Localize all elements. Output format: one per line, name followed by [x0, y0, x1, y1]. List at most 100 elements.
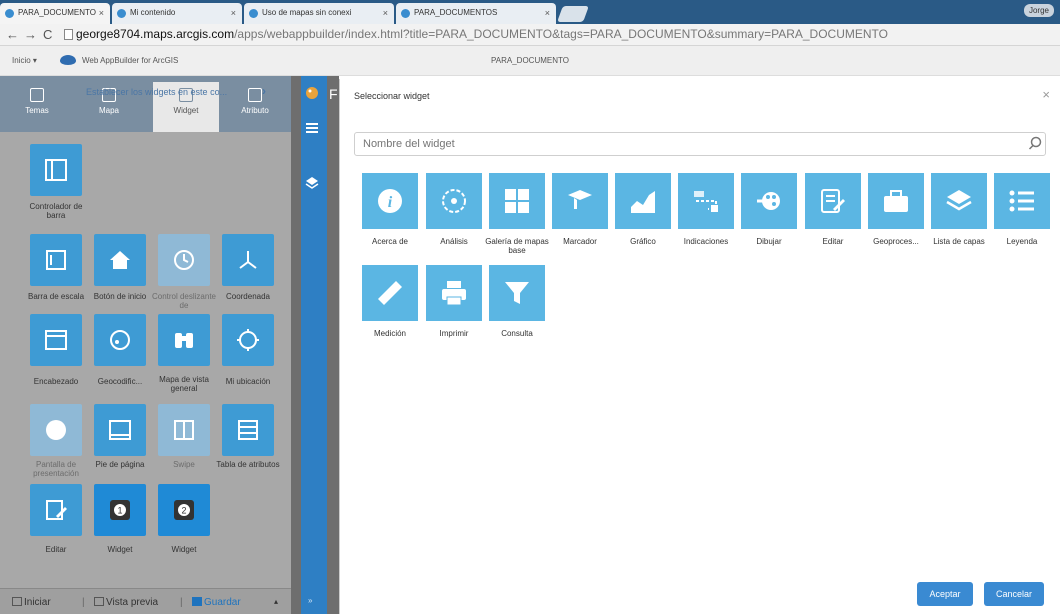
tile-swipe[interactable]: [158, 404, 210, 456]
app-title: PARA_DOCUMENTO: [491, 56, 569, 65]
guardar-button[interactable]: Guardar: [192, 597, 241, 608]
widget-medicion[interactable]: [362, 265, 418, 321]
widget-label: Indicaciones: [683, 237, 729, 246]
widget-grafico[interactable]: [615, 173, 671, 229]
tile-editar[interactable]: [30, 484, 82, 536]
widget-lista-capas[interactable]: [931, 173, 987, 229]
separator: |: [180, 597, 183, 608]
tile-pie-pagina[interactable]: [94, 404, 146, 456]
widget-label: Dibujar: [756, 237, 782, 246]
tile-coordenada[interactable]: [222, 234, 274, 286]
layers-icon: [946, 190, 972, 211]
widget-galeria-mapas-base[interactable]: [489, 173, 545, 229]
tile-control-deslizante[interactable]: [158, 234, 210, 286]
tab-mapa[interactable]: Mapa: [76, 76, 142, 132]
tile-widget-1[interactable]: 1: [94, 484, 146, 536]
vista-previa-button[interactable]: Vista previa: [94, 597, 158, 608]
binoculars-icon: [175, 333, 193, 348]
widget-label: Imprimir: [439, 329, 469, 338]
my-location-icon: [237, 329, 259, 351]
save-icon: [192, 597, 202, 606]
tile-label: Widget: [171, 545, 197, 554]
iniciar-button[interactable]: Iniciar: [12, 597, 51, 608]
user-profile-chip[interactable]: Jorge: [1023, 4, 1054, 17]
separator: |: [82, 597, 85, 608]
aceptar-button[interactable]: Aceptar: [917, 582, 973, 606]
widget-consulta[interactable]: [489, 265, 545, 321]
browser-tab[interactable]: Mi contenido ×: [112, 3, 242, 24]
launch-icon: [12, 597, 22, 606]
tile-label: Widget: [107, 545, 133, 554]
widget-indicaciones[interactable]: [678, 173, 734, 229]
tile-label: Editar: [45, 545, 67, 554]
widget-label: Medición: [373, 329, 406, 338]
tile-mapa-vista-general[interactable]: [158, 314, 210, 366]
edit-icon: [46, 500, 67, 520]
widget-geoprocesamiento[interactable]: [868, 173, 924, 229]
controller-tile[interactable]: [30, 144, 82, 196]
widget-dibujar[interactable]: [741, 173, 797, 229]
sidebar-controller-icon: [45, 159, 67, 181]
forward-arrow-icon[interactable]: →: [24, 27, 37, 42]
page-icon: [64, 29, 73, 40]
tile-barra-escala[interactable]: [30, 234, 82, 286]
widget-slot-1-icon: 1: [110, 500, 130, 520]
edit-icon: [821, 189, 845, 213]
cancelar-button[interactable]: Cancelar: [984, 582, 1044, 606]
palette-icon[interactable]: [305, 86, 319, 100]
close-icon[interactable]: ×: [545, 8, 550, 18]
tile-geocodificador[interactable]: [94, 314, 146, 366]
tile-label: Mi ubicación: [225, 377, 271, 386]
new-tab-button[interactable]: [557, 6, 589, 22]
tile-label: Mapa de vista general: [159, 375, 209, 393]
home-icon: [110, 251, 130, 269]
close-icon[interactable]: ×: [99, 8, 104, 18]
close-icon[interactable]: ×: [383, 8, 388, 18]
info-icon: i: [378, 189, 402, 213]
widget-marcador[interactable]: [552, 173, 608, 229]
layers-icon[interactable]: [305, 176, 319, 190]
tile-label: Pie de página: [95, 460, 145, 469]
arcgis-favicon-icon: [249, 9, 258, 18]
reload-icon[interactable]: C: [43, 27, 52, 42]
widget-imprimir[interactable]: [426, 265, 482, 321]
controller-link[interactable]: Establecer los widgets en este co...: [86, 87, 227, 97]
tile-pantalla-presentacion[interactable]: [30, 404, 82, 456]
scale-bar-icon: [46, 250, 66, 270]
back-arrow-icon[interactable]: ←: [6, 27, 19, 42]
svg-text:2: 2: [181, 506, 186, 516]
widget-label: Lista de capas: [933, 237, 985, 246]
double-chevron-icon[interactable]: »: [308, 596, 312, 605]
tile-label: Encabezado: [33, 377, 79, 386]
select-widget-dialog: Seleccionar widget × i Acerca de Análisi…: [339, 79, 1060, 614]
close-icon[interactable]: ×: [231, 8, 236, 18]
close-icon[interactable]: ×: [1042, 87, 1050, 102]
widget-label: Editar: [822, 237, 844, 246]
widget-leyenda[interactable]: [994, 173, 1050, 229]
tile-label: Barra de escala: [27, 292, 85, 301]
bookmark-icon: [568, 190, 592, 209]
tab-temas[interactable]: Temas: [4, 76, 70, 132]
list-icon[interactable]: [305, 121, 319, 135]
browser-tab[interactable]: PARA_DOCUMENTO ×: [0, 3, 110, 24]
tile-tabla-atributos[interactable]: [222, 404, 274, 456]
tile-encabezado[interactable]: [30, 314, 82, 366]
widget-search-input[interactable]: [354, 132, 1046, 156]
url-field[interactable]: george8704.maps.arcgis.com/apps/webappbu…: [76, 27, 888, 41]
chevron-right-icon[interactable]: ›: [262, 84, 266, 98]
widget-analisis[interactable]: [426, 173, 482, 229]
browser-tab[interactable]: PARA_DOCUMENTOS ×: [396, 3, 556, 24]
tile-widget-2[interactable]: 2: [158, 484, 210, 536]
widget-acerca-de[interactable]: i: [362, 173, 418, 229]
footer-icon: [109, 420, 131, 440]
widget-label: Geoproces...: [873, 237, 919, 246]
chevron-up-icon[interactable]: ▴: [274, 597, 278, 606]
tile-mi-ubicacion[interactable]: [222, 314, 274, 366]
tile-boton-inicio[interactable]: [94, 234, 146, 286]
browser-tab[interactable]: Uso de mapas sin conexi ×: [244, 3, 394, 24]
search-icon[interactable]: [1028, 136, 1042, 150]
table-icon: [238, 420, 258, 440]
widget-label: Acerca de: [371, 237, 409, 246]
tab-atributo[interactable]: Atributo: [222, 76, 288, 132]
widget-editar[interactable]: [805, 173, 861, 229]
